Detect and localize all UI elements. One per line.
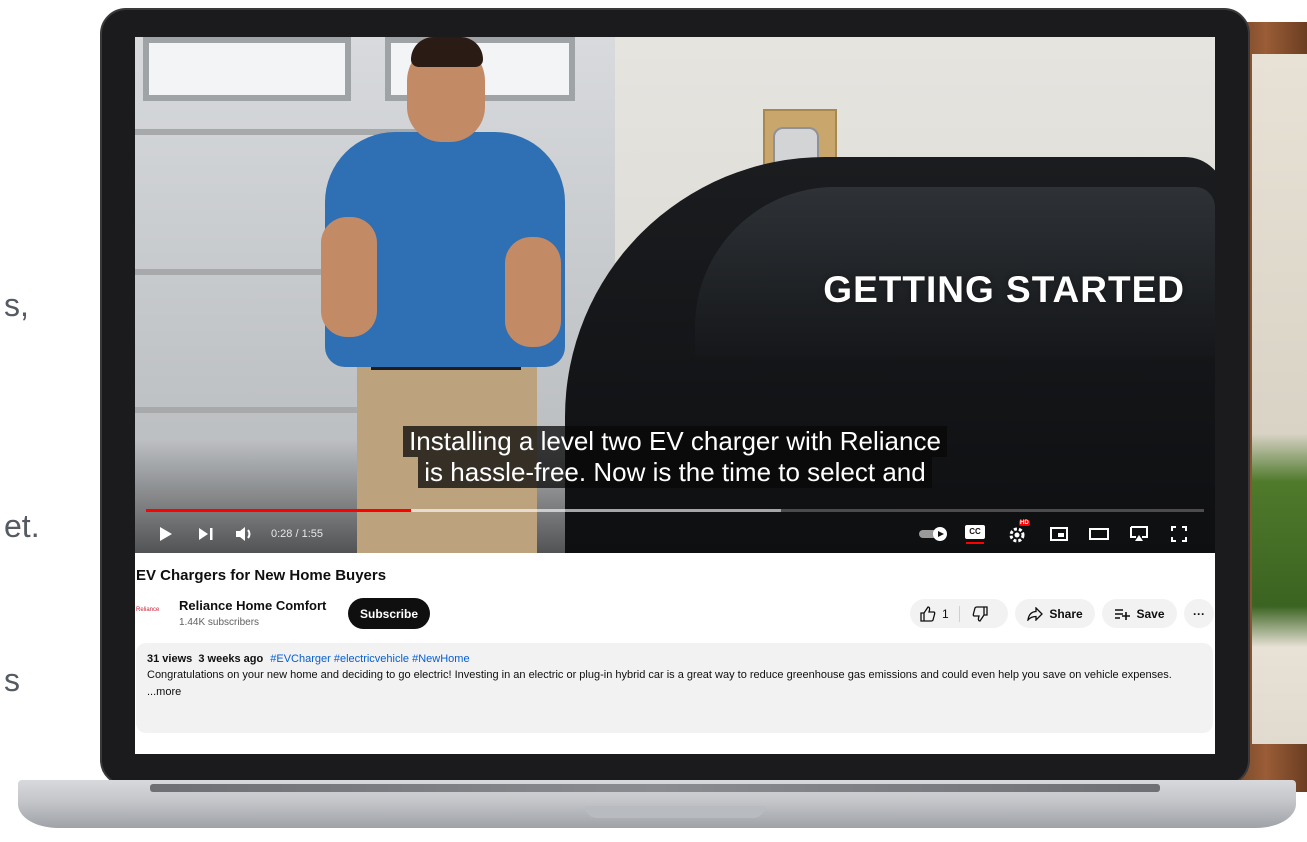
cast-button[interactable] xyxy=(1128,523,1150,545)
captions-active-indicator xyxy=(966,541,984,544)
share-button[interactable]: Share xyxy=(1015,599,1095,628)
fullscreen-button[interactable] xyxy=(1168,523,1190,545)
share-label: Share xyxy=(1049,606,1083,621)
channel-logo[interactable]: Reliance xyxy=(136,604,168,616)
video-title: EV Chargers for New Home Buyers xyxy=(136,567,387,584)
theater-mode-button[interactable] xyxy=(1088,523,1110,545)
time-display: 0:28 / 1:55 xyxy=(271,528,323,540)
caption-line: is hassle-free. Now is the time to selec… xyxy=(418,457,932,488)
like-count: 1 xyxy=(942,606,949,621)
description-box[interactable]: 31 views 3 weeks ago #EVCharger #electri… xyxy=(136,643,1213,733)
more-icon: ··· xyxy=(1193,606,1205,621)
laptop-mockup-scene: s, et. s GETTING STARTED Installing a le… xyxy=(0,0,1307,842)
next-button[interactable] xyxy=(195,523,217,545)
volume-icon xyxy=(236,527,251,541)
save-label: Save xyxy=(1136,606,1165,621)
autoplay-toggle-icon xyxy=(919,527,947,541)
caption-line: Installing a level two EV charger with R… xyxy=(403,426,947,457)
captions-button[interactable]: CC xyxy=(964,523,986,545)
side-text-fragment: et. xyxy=(4,508,40,544)
settings-icon xyxy=(1009,527,1025,543)
subscribe-button[interactable]: Subscribe xyxy=(348,598,430,629)
fullscreen-icon xyxy=(1171,526,1187,542)
show-more-link[interactable]: ...more xyxy=(147,686,1202,698)
video-player[interactable]: GETTING STARTED Installing a level two E… xyxy=(135,37,1215,553)
miniplayer-button[interactable] xyxy=(1048,523,1070,545)
player-controls: 0:28 / 1:55 CC HD xyxy=(135,517,1215,553)
presenter-arm xyxy=(505,237,561,347)
progress-bar[interactable] xyxy=(146,509,1204,512)
save-playlist-icon xyxy=(1115,608,1131,620)
volume-button[interactable] xyxy=(233,523,257,545)
dislike-button[interactable] xyxy=(960,605,994,622)
next-icon xyxy=(199,528,213,540)
miniplayer-icon xyxy=(1050,527,1068,541)
views-and-date: 31 views 3 weeks ago xyxy=(147,653,264,665)
save-button[interactable]: Save xyxy=(1102,599,1177,628)
theater-icon xyxy=(1089,528,1109,540)
browser-screen: GETTING STARTED Installing a level two E… xyxy=(135,37,1215,754)
like-button[interactable]: 1 xyxy=(920,605,960,622)
hashtags[interactable]: #EVCharger #electricvehicle #NewHome xyxy=(270,653,469,665)
closed-captions: Installing a level two EV charger with R… xyxy=(397,426,953,488)
share-icon xyxy=(1027,606,1044,621)
garage-window xyxy=(143,37,351,101)
side-text-fragment: s, xyxy=(4,287,29,323)
cast-icon xyxy=(1130,526,1148,541)
thumbs-up-icon xyxy=(920,605,936,622)
subscriber-count: 1.44K subscribers xyxy=(179,617,260,628)
side-text-fragment: s xyxy=(4,662,20,698)
presenter-arm xyxy=(321,217,377,337)
progress-played xyxy=(146,509,411,512)
presenter-hair xyxy=(411,37,483,67)
autoplay-toggle[interactable] xyxy=(918,523,950,545)
hd-badge: HD xyxy=(1019,520,1030,526)
framed-picture xyxy=(1252,54,1307,744)
settings-button[interactable]: HD xyxy=(1005,520,1031,545)
channel-name[interactable]: Reliance Home Comfort xyxy=(179,598,326,613)
laptop-keyboard-edge xyxy=(150,784,1160,792)
description-text: Congratulations on your new home and dec… xyxy=(147,669,1172,681)
laptop-notch xyxy=(585,806,765,818)
video-overlay-title: GETTING STARTED xyxy=(823,269,1185,310)
captions-icon: CC xyxy=(965,524,985,539)
play-button[interactable] xyxy=(155,523,177,545)
description-meta: 31 views 3 weeks ago #EVCharger #electri… xyxy=(147,653,1202,665)
more-actions-button[interactable]: ··· xyxy=(1184,599,1214,628)
play-icon xyxy=(160,527,172,541)
like-dislike-group: 1 xyxy=(910,599,1008,628)
thumbs-down-icon xyxy=(972,605,988,622)
